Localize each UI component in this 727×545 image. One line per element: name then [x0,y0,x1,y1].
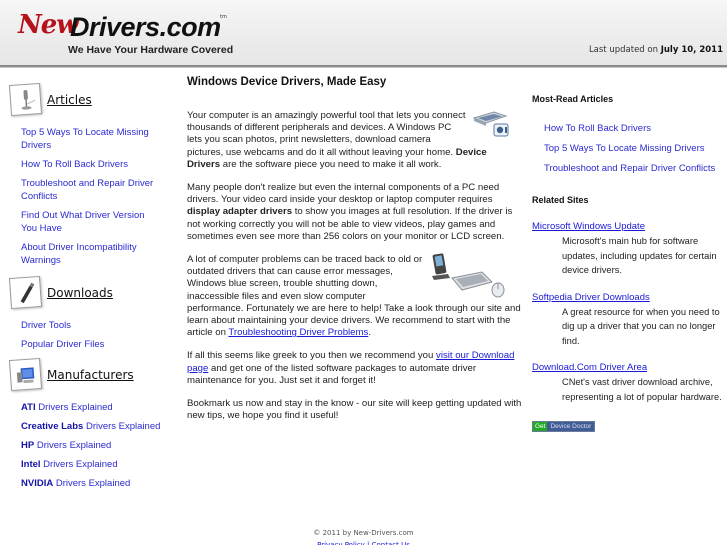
related-sites-heading: Related Sites [532,195,589,205]
last-updated-date: July 10, 2011 [660,45,723,55]
device-doctor-badge[interactable]: Get Device Doctor [532,421,596,432]
articles-section-header: Articles [8,82,170,118]
intro-text: Your computer is an amazingly powerful t… [187,110,466,158]
manufacturers-list: ATI Drivers Explained Creative Labs Driv… [21,401,161,490]
main-content: Windows Device Drivers, Made Easy Your c… [187,76,522,433]
list-item: Creative Labs Drivers Explained [21,420,161,433]
computer-icon [8,357,43,392]
site-footer: © 2011 by New-Drivers.com Privacy Policy… [0,529,727,545]
list-item: Top 5 Ways To Locate Missing Drivers [21,126,161,152]
brand-name: HP [21,440,35,451]
brand-name: NVIDIA [21,478,54,489]
link-suffix: Drivers Explained [36,440,112,451]
downloads-heading-link[interactable]: Downloads [47,286,113,300]
list-item: About Driver Incompatibility Warnings [21,241,161,267]
download-paragraph: If all this seems like greek to you then… [187,350,522,387]
last-updated: Last updated on July 10, 2011 [589,45,723,55]
paragraph-text-end: and get one of the listed software packa… [187,362,477,386]
article-link[interactable]: About Driver Incompatibility Warnings [21,242,137,266]
most-read-link[interactable]: Top 5 Ways To Locate Missing Drivers [544,143,705,154]
logo-trademark: tm [220,14,227,20]
microphone-icon [8,82,43,117]
list-item: Find Out What Driver Version You Have [21,209,161,235]
intro-text-end: are the software piece you need to make … [220,158,442,170]
list-item: Top 5 Ways To Locate Missing Drivers [544,142,727,155]
manufacturers-section-header: Manufacturers [8,357,170,393]
related-site-desc: A great resource for when you need to di… [562,306,720,346]
link-suffix: Drivers Explained [43,459,118,470]
related-site: Softpedia Driver Downloads A great resou… [532,292,727,349]
paragraph-bold: display adapter drivers [187,206,293,218]
related-site-desc: CNet's vast driver download archive, rep… [562,377,722,402]
manufacturers-heading-link[interactable]: Manufacturers [47,368,134,382]
article-link[interactable]: Find Out What Driver Version You Have [21,210,145,234]
copyright: © 2011 by New-Drivers.com [313,529,414,537]
brand-name: Intel [21,459,41,470]
badge-label: Device Doctor [547,422,595,431]
paragraph-text: Many people don't realize but even the i… [187,182,500,206]
downloads-list: Driver Tools Popular Driver Files [21,319,161,351]
article-link[interactable]: Troubleshoot and Repair Driver Conflicts [21,178,153,202]
list-item: HP Drivers Explained [21,439,161,452]
related-site-desc: Microsoft's main hub for software update… [562,236,717,275]
troubleshooting-link[interactable]: Troubleshooting Driver Problems [228,327,368,338]
list-item: NVIDIA Drivers Explained [21,477,161,490]
site-header: New Drivers.com tm We Have Your Hardware… [0,0,727,67]
scanner-camera-icon [472,108,510,138]
link-suffix: Drivers Explained [38,402,113,413]
related-site-link[interactable]: Softpedia Driver Downloads [532,292,650,303]
footer-links[interactable]: Privacy Policy | Contact Us [0,541,727,545]
download-link[interactable]: Popular Driver Files [21,339,104,350]
most-read-heading: Most-Read Articles [532,94,614,104]
site-logo[interactable]: New Drivers.com tm We Have Your Hardware… [18,10,238,60]
list-item: Troubleshoot and Repair Driver Conflicts [21,177,161,203]
list-item: Driver Tools [21,319,161,332]
list-item: Popular Driver Files [21,338,161,351]
link-suffix: Drivers Explained [85,421,161,432]
related-site: Microsoft Windows Update Microsoft's mai… [532,221,727,278]
list-item: Intel Drivers Explained [21,458,161,471]
articles-heading-link[interactable]: Articles [47,93,92,107]
list-item: How To Roll Back Drivers [21,158,161,171]
logo-new-text: New [18,10,79,40]
most-read-link[interactable]: Troubleshoot and Repair Driver Conflicts [544,163,715,174]
link-suffix: Drivers Explained [55,478,131,489]
most-read-list: How To Roll Back Drivers Top 5 Ways To L… [544,122,727,175]
download-link[interactable]: Driver Tools [21,320,71,331]
related-site-link[interactable]: Microsoft Windows Update [532,221,645,232]
pda-keyboard-mouse-icon [430,252,510,298]
related-site-link[interactable]: Download.Com Driver Area [532,362,647,373]
related-site: Download.Com Driver Area CNet's vast dri… [532,362,727,404]
intro-paragraph: Your computer is an amazingly powerful t… [187,110,522,171]
paragraph-text-end: . [368,327,371,339]
last-updated-label: Last updated on [588,45,658,55]
article-link[interactable]: How To Roll Back Drivers [21,159,128,170]
manufacturer-link[interactable]: ATI Drivers Explained [21,402,113,413]
manufacturer-link[interactable]: Creative Labs Drivers Explained [21,421,160,432]
paragraph-text: If all this seems like greek to you then… [187,350,437,362]
problems-paragraph: A lot of computer problems can be traced… [187,252,522,339]
logo-drivers-text: Drivers.com [70,12,221,42]
bookmark-paragraph: Bookmark us now and stay in the know - o… [187,398,522,422]
display-drivers-paragraph: Many people don't realize but even the i… [187,182,522,243]
brand-name: ATI [21,402,36,413]
list-item: How To Roll Back Drivers [544,122,727,135]
right-sidebar: Most-Read Articles How To Roll Back Driv… [532,94,727,432]
left-sidebar: Articles Top 5 Ways To Locate Missing Dr… [0,82,170,496]
article-link[interactable]: Top 5 Ways To Locate Missing Drivers [21,127,149,151]
manufacturer-link[interactable]: Intel Drivers Explained [21,459,118,470]
manufacturer-link[interactable]: HP Drivers Explained [21,440,111,451]
manufacturer-link[interactable]: NVIDIA Drivers Explained [21,478,130,489]
badge-get: Get [533,422,548,431]
list-item: ATI Drivers Explained [21,401,161,414]
list-item: Troubleshoot and Repair Driver Conflicts [544,162,727,175]
most-read-link[interactable]: How To Roll Back Drivers [544,123,651,134]
brand-name: Creative Labs [21,421,84,432]
articles-list: Top 5 Ways To Locate Missing Drivers How… [21,126,161,267]
downloads-section-header: Downloads [8,275,170,311]
logo-tagline: We Have Your Hardware Covered [68,44,234,56]
page-title: Windows Device Drivers, Made Easy [187,76,387,88]
usb-drive-icon [8,275,43,310]
